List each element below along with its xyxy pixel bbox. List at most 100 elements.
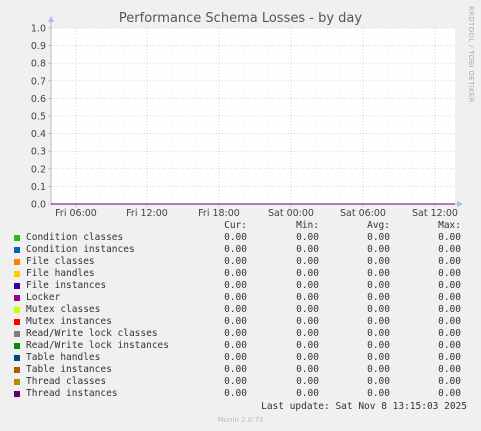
legend-swatch bbox=[14, 259, 20, 265]
legend-label: File handles bbox=[26, 268, 95, 279]
legend-label: Mutex instances bbox=[26, 316, 112, 327]
x-tick-label: Fri 18:00 bbox=[198, 208, 240, 219]
value-cur: 0.00 bbox=[224, 388, 247, 399]
col-max-header: Max: bbox=[438, 220, 461, 231]
x-tick-label: Fri 12:00 bbox=[126, 208, 168, 219]
legend-row: Mutex instances 0.00 0.00 0.00 0.00 bbox=[0, 316, 481, 328]
value-avg: 0.00 bbox=[367, 280, 390, 291]
legend-row: File handles 0.00 0.00 0.00 0.00 bbox=[0, 268, 481, 280]
legend-swatch bbox=[14, 367, 20, 373]
y-tick-label: 0.6 bbox=[31, 94, 46, 105]
value-min: 0.00 bbox=[296, 268, 319, 279]
legend-label: File classes bbox=[26, 256, 95, 267]
value-cur: 0.00 bbox=[224, 364, 247, 375]
y-tick-label: 0.9 bbox=[31, 41, 46, 52]
y-tick-label: 0.4 bbox=[31, 129, 46, 140]
legend-label: Thread instances bbox=[26, 388, 118, 399]
value-avg: 0.00 bbox=[367, 292, 390, 303]
value-cur: 0.00 bbox=[224, 376, 247, 387]
value-min: 0.00 bbox=[296, 340, 319, 351]
value-min: 0.00 bbox=[296, 316, 319, 327]
value-min: 0.00 bbox=[296, 376, 319, 387]
legend-row: Thread classes 0.00 0.00 0.00 0.00 bbox=[0, 376, 481, 388]
value-max: 0.00 bbox=[438, 352, 461, 363]
value-min: 0.00 bbox=[296, 244, 319, 255]
legend-swatch bbox=[14, 391, 20, 397]
legend-swatch bbox=[14, 343, 20, 349]
value-min: 0.00 bbox=[296, 352, 319, 363]
legend-row: Mutex classes 0.00 0.00 0.00 0.00 bbox=[0, 304, 481, 316]
x-tick-label: Sat 00:00 bbox=[268, 208, 314, 219]
value-avg: 0.00 bbox=[367, 328, 390, 339]
x-tick-label: Fri 06:00 bbox=[55, 208, 97, 219]
value-max: 0.00 bbox=[438, 328, 461, 339]
legend-label: File instances bbox=[26, 280, 107, 291]
y-tick-label: 0.8 bbox=[31, 59, 46, 70]
x-tick-label: Sat 06:00 bbox=[340, 208, 386, 219]
value-max: 0.00 bbox=[438, 376, 461, 387]
legend-row: Read/Write lock instances 0.00 0.00 0.00 0.0… bbox=[0, 340, 481, 352]
value-cur: 0.00 bbox=[224, 328, 247, 339]
value-cur: 0.00 bbox=[224, 340, 247, 351]
y-tick-label: 0.2 bbox=[31, 164, 46, 175]
value-max: 0.00 bbox=[438, 268, 461, 279]
value-max: 0.00 bbox=[438, 280, 461, 291]
legend-row: Thread instances 0.00 0.00 0.00 0.00 bbox=[0, 388, 481, 400]
value-max: 0.00 bbox=[438, 256, 461, 267]
last-update: Last update: Sat Nov 8 13:15:03 2025 bbox=[261, 401, 467, 412]
legend-row: Read/Write lock classes 0.00 0.00 0.00 0.00 bbox=[0, 328, 481, 340]
value-min: 0.00 bbox=[296, 328, 319, 339]
chart-plot: 0.0 0.1 0.2 0.3 0.4 0.5 0.6 0.7 0.8 0.9 1.0 Fri 06:… bbox=[31, 16, 463, 219]
legend-swatch bbox=[14, 283, 20, 289]
value-max: 0.00 bbox=[438, 340, 461, 351]
y-tick-label: 0.0 bbox=[31, 200, 46, 211]
legend-label: Table handles bbox=[26, 352, 101, 363]
value-cur: 0.00 bbox=[224, 244, 247, 255]
y-axis-arrow bbox=[48, 16, 54, 22]
value-cur: 0.00 bbox=[224, 268, 247, 279]
x-tick-label: Sat 12:00 bbox=[412, 208, 458, 219]
value-min: 0.00 bbox=[296, 364, 319, 375]
legend-swatch bbox=[14, 295, 20, 301]
y-tick-label: 0.1 bbox=[31, 182, 46, 193]
col-avg-header: Avg: bbox=[367, 220, 390, 231]
value-max: 0.00 bbox=[438, 304, 461, 315]
value-avg: 0.00 bbox=[367, 352, 390, 363]
y-tick-label: 0.7 bbox=[31, 76, 46, 87]
value-min: 0.00 bbox=[296, 256, 319, 267]
legend-swatch bbox=[14, 331, 20, 337]
legend-label: Locker bbox=[26, 292, 61, 303]
value-avg: 0.00 bbox=[367, 388, 390, 399]
legend-label: Condition classes bbox=[26, 232, 124, 243]
legend-row: Table handles 0.00 0.00 0.00 0.00 bbox=[0, 352, 481, 364]
col-cur-header: Cur: bbox=[224, 220, 247, 231]
value-min: 0.00 bbox=[296, 388, 319, 399]
value-min: 0.00 bbox=[296, 304, 319, 315]
value-cur: 0.00 bbox=[224, 352, 247, 363]
value-cur: 0.00 bbox=[224, 256, 247, 267]
y-tick-label: 0.3 bbox=[31, 147, 46, 158]
value-avg: 0.00 bbox=[367, 376, 390, 387]
legend-row: Condition classes 0.00 0.00 0.00 0.00 bbox=[0, 232, 481, 244]
legend-row: File classes 0.00 0.00 0.00 0.00 bbox=[0, 256, 481, 268]
value-avg: 0.00 bbox=[367, 244, 390, 255]
legend-label: Read/Write lock classes bbox=[26, 328, 158, 339]
legend-swatch bbox=[14, 379, 20, 385]
legend-swatch bbox=[14, 271, 20, 277]
value-avg: 0.00 bbox=[367, 316, 390, 327]
value-min: 0.00 bbox=[296, 232, 319, 243]
legend-row: Table instances 0.00 0.00 0.00 0.00 bbox=[0, 364, 481, 376]
value-avg: 0.00 bbox=[367, 304, 390, 315]
value-min: 0.00 bbox=[296, 280, 319, 291]
legend-header: Cur: Min: Avg: Max: bbox=[0, 220, 481, 232]
legend-swatch bbox=[14, 355, 20, 361]
value-avg: 0.00 bbox=[367, 256, 390, 267]
value-max: 0.00 bbox=[438, 292, 461, 303]
value-max: 0.00 bbox=[438, 244, 461, 255]
x-axis-arrow bbox=[457, 201, 463, 207]
legend-label: Table instances bbox=[26, 364, 112, 375]
legend-row: Locker 0.00 0.00 0.00 0.00 bbox=[0, 292, 481, 304]
legend-label: Condition instances bbox=[26, 244, 135, 255]
legend-swatch bbox=[14, 247, 20, 253]
legend-swatch bbox=[14, 235, 20, 241]
